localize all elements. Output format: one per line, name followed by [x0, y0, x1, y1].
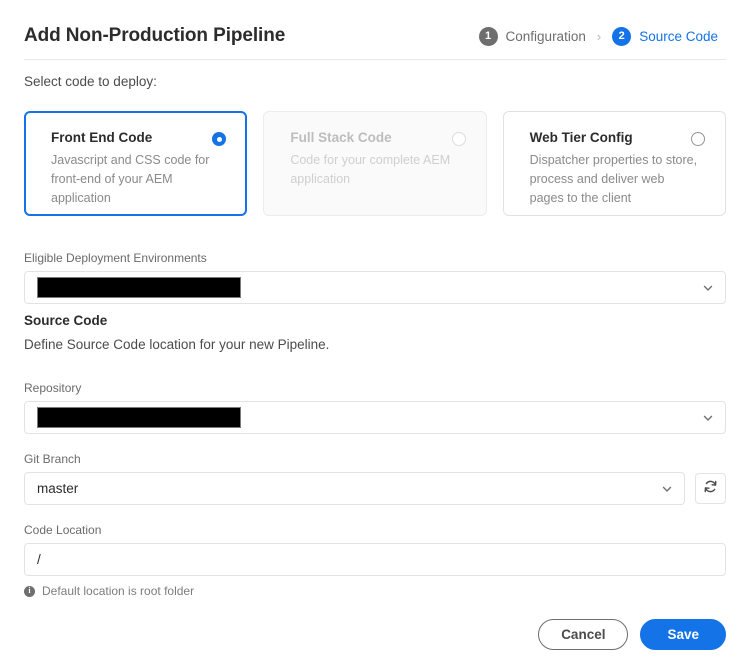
- git-branch-value: master: [37, 481, 79, 496]
- step-1-number: 1: [478, 26, 498, 46]
- source-code-description: Define Source Code location for your new…: [24, 337, 330, 352]
- card-full-stack-title: Full Stack Code: [290, 130, 392, 145]
- git-branch-label: Git Branch: [24, 452, 81, 466]
- code-location-helper-text: Default location is root folder: [42, 584, 195, 598]
- card-full-stack-code: Full Stack Code Code for your complete A…: [263, 111, 487, 216]
- refresh-icon: [703, 479, 718, 499]
- field-code-location: Code Location / i Default location is ro…: [24, 523, 726, 598]
- info-icon: i: [24, 585, 35, 597]
- step-source-code[interactable]: 2 Source Code: [612, 26, 718, 46]
- code-type-card-group: Front End Code Javascript and CSS code f…: [24, 111, 726, 216]
- step-breadcrumb: 1 Configuration › 2 Source Code: [478, 26, 726, 46]
- step-separator-icon: ›: [596, 28, 602, 44]
- repository-value-redacted: [37, 407, 241, 428]
- card-front-end-code[interactable]: Front End Code Javascript and CSS code f…: [24, 111, 248, 216]
- dialog-footer: Cancel Save: [538, 619, 726, 650]
- cancel-button[interactable]: Cancel: [538, 619, 629, 650]
- eligible-environments-value-redacted: [37, 277, 241, 298]
- code-location-helper: i Default location is root folder: [24, 584, 726, 598]
- step-configuration[interactable]: 1 Configuration: [478, 26, 586, 46]
- radio-web-tier-config[interactable]: [690, 132, 705, 146]
- card-front-end-description: Javascript and CSS code for front-end of…: [51, 153, 210, 206]
- eligible-environments-label: Eligible Deployment Environments: [24, 251, 207, 265]
- card-web-tier-title: Web Tier Config: [529, 130, 633, 145]
- step-2-number: 2: [612, 26, 632, 46]
- save-button[interactable]: Save: [640, 619, 726, 650]
- source-code-heading: Source Code: [24, 313, 108, 328]
- card-full-stack-description: Code for your complete AEM application: [290, 153, 451, 187]
- card-web-tier-config[interactable]: Web Tier Config Dispatcher properties to…: [502, 111, 726, 216]
- card-full-stack-head: Full Stack Code: [290, 130, 466, 146]
- chevron-down-icon: [662, 484, 672, 494]
- chevron-down-icon: [703, 413, 713, 423]
- header-divider: [24, 59, 726, 60]
- git-branch-select[interactable]: master: [24, 472, 685, 505]
- card-web-tier-head: Web Tier Config: [530, 130, 705, 146]
- repository-label: Repository: [24, 381, 82, 395]
- field-repository: Repository: [24, 381, 726, 434]
- card-front-end-head: Front End Code: [51, 130, 227, 146]
- radio-full-stack-code: [451, 132, 466, 146]
- refresh-branches-button[interactable]: [695, 473, 726, 504]
- page-title: Add Non-Production Pipeline: [24, 25, 286, 46]
- field-eligible-environments: Eligible Deployment Environments: [24, 251, 726, 304]
- select-code-instruction: Select code to deploy:: [24, 74, 157, 89]
- field-git-branch: Git Branch master: [24, 452, 726, 505]
- code-location-label: Code Location: [24, 523, 102, 537]
- add-pipeline-dialog: Add Non-Production Pipeline 1 Configurat…: [0, 0, 750, 672]
- eligible-environments-select[interactable]: [24, 271, 726, 304]
- dialog-header: Add Non-Production Pipeline 1 Configurat…: [24, 0, 726, 46]
- card-web-tier-description: Dispatcher properties to store, process …: [529, 153, 698, 206]
- radio-front-end-code[interactable]: [212, 132, 227, 146]
- repository-select[interactable]: [24, 401, 726, 434]
- source-code-section: Source Code Define Source Code location …: [24, 313, 726, 352]
- step-1-label: Configuration: [505, 28, 586, 44]
- git-branch-row: master: [24, 472, 726, 505]
- code-location-input[interactable]: /: [24, 543, 726, 576]
- step-2-label: Source Code: [639, 28, 718, 44]
- code-location-value: /: [37, 552, 41, 567]
- chevron-down-icon: [703, 283, 713, 293]
- card-front-end-title: Front End Code: [51, 130, 153, 145]
